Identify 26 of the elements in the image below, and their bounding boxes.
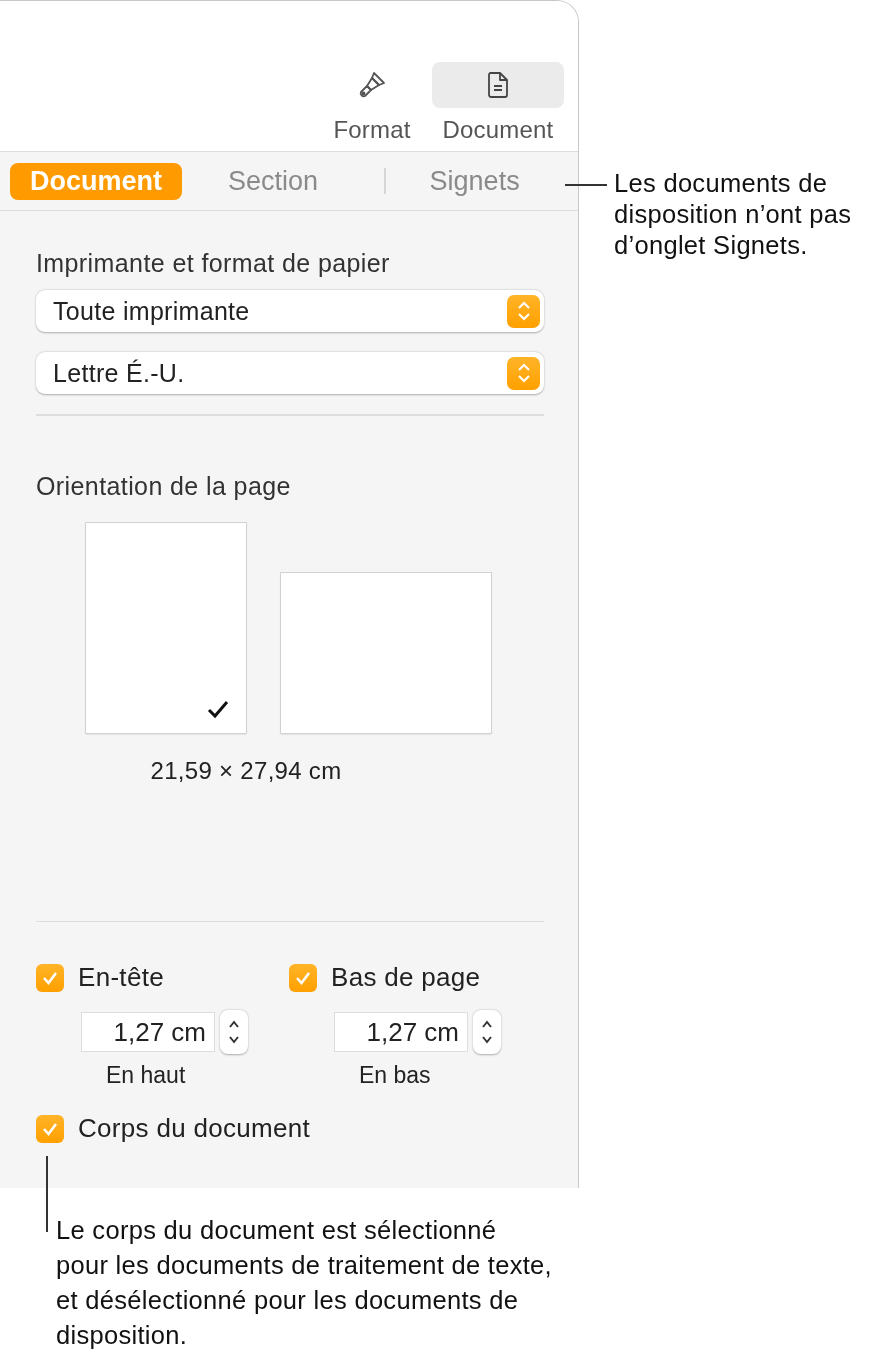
stepper-icon — [507, 356, 540, 390]
section-heading: Orientation de la page — [36, 471, 292, 501]
callout-text: Les documents de disposition n’ont pas d’onglet Signets. — [614, 168, 853, 261]
field-caption: En bas — [359, 1062, 432, 1089]
stepper-icon[interactable] — [220, 1010, 248, 1054]
page-size: 21,59 × 27,94 cm — [149, 756, 343, 785]
field-caption: En haut — [106, 1062, 187, 1089]
section-heading: Imprimante et format de papier — [36, 249, 391, 278]
callout-text: Le corps du document est sélectionné pour les documents de traitement de texte, et désélectionné pour les documents de disposition. — [56, 1215, 553, 1351]
checkbox-label: Bas de page — [331, 962, 481, 993]
paintbrush-icon — [357, 70, 387, 100]
leader-line — [565, 184, 607, 186]
number-field[interactable]: 1,27 cm — [82, 1013, 214, 1051]
checkbox[interactable] — [36, 963, 64, 992]
popup-menu[interactable]: Toute imprimante — [36, 290, 544, 332]
checkbox[interactable] — [36, 1114, 64, 1143]
stepper-icon — [507, 294, 540, 328]
format-button[interactable]: Format — [332, 62, 412, 151]
popup-menu[interactable]: Lettre É.-U. — [36, 352, 544, 394]
checkmark-icon — [206, 698, 230, 719]
document-icon — [486, 71, 510, 99]
checkbox-label: Corps du document — [78, 1113, 310, 1144]
stepper-icon[interactable] — [473, 1010, 501, 1054]
number-field[interactable]: 1,27 cm — [335, 1013, 467, 1051]
checkbox-label: En-tête — [78, 962, 164, 993]
checkbox[interactable] — [289, 963, 317, 992]
